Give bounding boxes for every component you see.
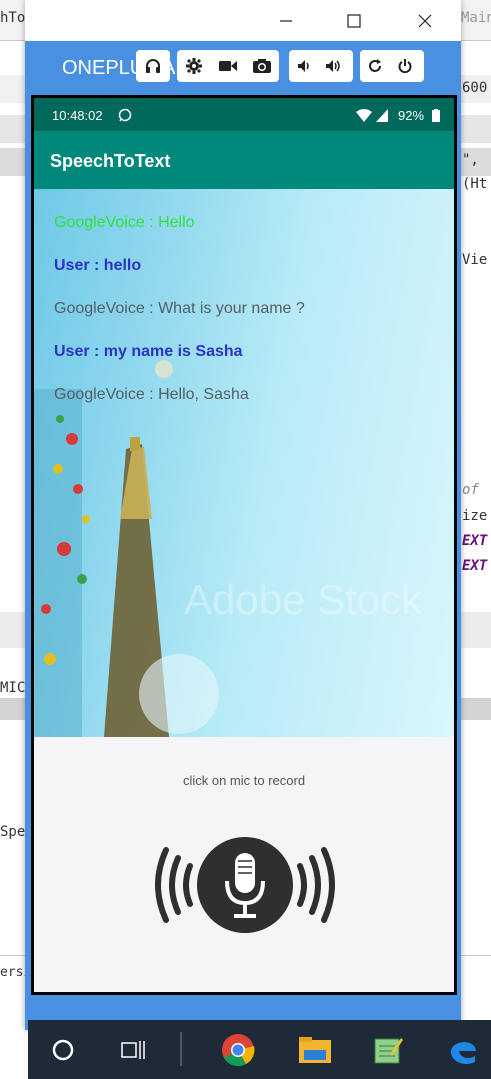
mic-button[interactable] [138,835,352,935]
microphone-icon [155,837,335,933]
file-explorer-button[interactable] [290,1020,340,1079]
gear-icon [186,58,202,74]
cortana-button[interactable] [38,1020,88,1079]
notepad-button[interactable] [363,1020,413,1079]
chat-area: Adobe Stock GoogleVoice : Hello User : h… [34,189,454,737]
record-hint: click on mic to record [182,773,306,788]
app-title: SpeechToText [50,151,171,171]
adobe-stock-watermark: Adobe Stock [184,576,423,623]
status-time: 10:48:02 [52,108,103,123]
ide-url-fragment: 600 [462,80,488,96]
app-bar: SpeechToText [34,131,454,189]
phone-frame: 10:48:02 92% SpeechToText Adobe Stock Go… [31,95,457,995]
maximize-button[interactable] [331,0,377,41]
toolbar-group-media [177,50,279,82]
task-view-icon [121,1040,145,1059]
record-panel: click on mic to record [34,737,454,992]
whatsapp-icon [118,108,132,122]
ide-code-2: (Ht [462,176,488,192]
video-icon [219,61,237,71]
chat-message: GoogleVoice : Hello [54,214,195,231]
ide-panel-label-1: MIC [0,680,26,696]
settings-button[interactable] [177,50,211,82]
phone-screen: 10:48:02 92% SpeechToText Adobe Stock Go… [34,98,454,992]
cortana-icon [52,1039,74,1060]
ide-code-3: Vie [462,252,488,268]
rotate-button[interactable] [360,50,390,82]
chat-message: GoogleVoice : What is your name ? [54,300,305,317]
minimize-button[interactable] [263,0,309,41]
battery-percent: 92% [398,108,425,123]
maximize-icon [347,13,361,28]
minimize-icon [280,19,292,22]
camera-icon [253,59,271,73]
ide-code-1: ", [462,152,479,168]
headphones-button[interactable] [136,50,170,82]
toolbar-group-audio [136,50,170,82]
power-icon [398,59,412,74]
chrome-button[interactable] [213,1020,263,1079]
ide-code-6: EXT [462,533,488,549]
power-button[interactable] [390,50,420,82]
status-bar: 10:48:02 92% [34,98,454,131]
ide-code-7: EXT [462,558,488,574]
chat-message: User : hello [54,257,142,274]
window-titlebar [25,0,461,41]
edge-icon [451,1041,476,1064]
ide-panel-label-2: Spe [0,824,26,840]
toolbar-group-volume [289,50,353,82]
ide-code-4: of [462,482,479,498]
record-video-button[interactable] [211,50,245,82]
volume-up-button[interactable] [319,50,349,82]
task-view-button[interactable] [108,1020,158,1079]
toolbar-group-device [360,50,424,82]
ide-tab-left[interactable]: hTo [0,10,25,26]
rotate-icon [369,59,381,72]
edge-button[interactable] [438,1020,488,1079]
wifi-icon [356,109,372,122]
folder-icon [299,1036,331,1063]
ide-code-5: ize [462,508,488,524]
chrome-icon [222,1033,255,1066]
signal-icon [376,109,388,122]
taskbar [28,1020,491,1079]
close-button[interactable] [402,0,448,41]
emulator-window: ONEPLUS A 10:48:02 92% SpeechToText Adob… [25,0,461,1030]
notepad-icon [374,1037,403,1063]
screenshot-button[interactable] [245,50,279,82]
volume-down-button[interactable] [289,50,319,82]
ide-tab-right[interactable]: Main [461,10,491,26]
battery-icon [432,109,440,122]
volume-down-icon [298,60,309,72]
chat-message: User : my name is Sasha [54,343,243,360]
close-icon [418,14,432,27]
chat-message: GoogleVoice : Hello, Sasha [54,386,249,403]
volume-up-icon [326,60,340,72]
headphones-icon [146,59,160,73]
